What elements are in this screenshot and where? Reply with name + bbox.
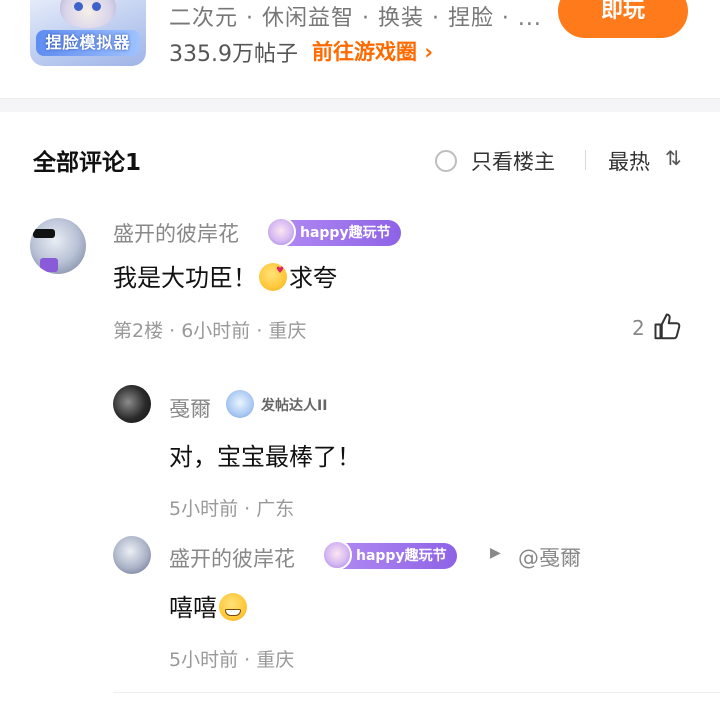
like-count: 2 [632, 316, 645, 340]
sunglasses-icon [33, 229, 55, 238]
only-host-toggle[interactable]: 只看楼主 [435, 146, 555, 176]
comment-username[interactable]: 盛开的彼岸花 [113, 218, 239, 248]
badge-emblem-icon [266, 217, 296, 247]
avatar[interactable] [113, 536, 151, 574]
reply-arrow-icon: ▶ [490, 545, 501, 561]
goto-game-circle-label: 前往游戏圈 [312, 40, 417, 64]
character-eye-right [92, 2, 101, 11]
divider [113, 692, 720, 693]
character-eye-left [74, 2, 83, 11]
comment-text-part: 我是大功臣！ [113, 264, 257, 292]
sort-arrows-icon[interactable]: ⇅ [665, 146, 682, 170]
game-character-face [60, 0, 116, 28]
game-card[interactable]: 捏脸模拟器 二次元 · 休闲益智 · 换装 · 捏脸 · ... 335.9万帖… [0, 0, 720, 96]
grin-face-icon [219, 593, 247, 621]
goto-game-circle-link[interactable]: 前往游戏圈 › [312, 36, 433, 66]
avatar[interactable] [30, 218, 86, 274]
reply-target[interactable]: @戞爾 [518, 542, 581, 572]
play-button[interactable]: 即玩 [558, 0, 688, 38]
comment-text-part: 求夸 [289, 264, 337, 292]
chevron-right-icon: › [424, 40, 433, 64]
radio-circle-icon[interactable] [435, 150, 457, 172]
avatar[interactable] [113, 385, 151, 423]
comment-content: 我是大功臣！ ♥ 求夸 [113, 258, 337, 293]
reply-username[interactable]: 戞爾 [169, 393, 211, 423]
comments-title: 全部评论1 [33, 150, 142, 176]
reply-content: 嘻嘻 [169, 588, 249, 623]
section-divider [0, 98, 720, 112]
reply-meta: 5小时前 · 广东 [169, 498, 295, 520]
game-tags: 二次元 · 休闲益智 · 换装 · 捏脸 · ... [169, 6, 542, 31]
kiss-face-icon: ♥ [259, 263, 287, 291]
reply-text: 嘻嘻 [169, 594, 217, 622]
thumbs-up-icon[interactable] [653, 312, 683, 342]
only-host-label: 只看楼主 [471, 150, 555, 174]
badge-emblem-icon [226, 390, 254, 418]
game-post-count: 335.9万帖子 [169, 42, 298, 67]
badge-emblem-icon [322, 540, 352, 570]
comment-meta: 第2楼 · 6小时前 · 重庆 [113, 320, 307, 342]
sort-hot-button[interactable]: 最热 [608, 146, 650, 176]
game-icon[interactable]: 捏脸模拟器 [30, 0, 146, 66]
decoration-icon [40, 258, 58, 272]
game-logo-text: 捏脸模拟器 [36, 30, 140, 56]
header-divider [585, 150, 586, 170]
user-badge[interactable]: 发帖达人II [261, 395, 327, 415]
reply-username[interactable]: 盛开的彼岸花 [169, 543, 295, 573]
reply-content: 对，宝宝最棒了！ [169, 443, 361, 471]
reply-meta: 5小时前 · 重庆 [169, 649, 295, 671]
